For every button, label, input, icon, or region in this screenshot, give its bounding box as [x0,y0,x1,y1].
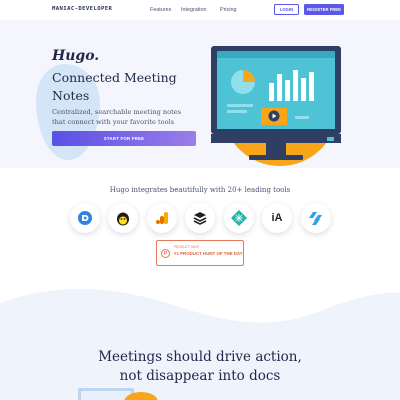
product-hunt-badge[interactable]: P PRODUCT HUNT #1 PRODUCT HUNT OF THE DA… [156,240,244,266]
hero-section: Hugo. Connected Meeting Notes Centralize… [0,20,400,168]
hero-title: Hugo. [52,48,100,64]
mailchimp-icon[interactable] [108,203,138,233]
hubspot-icon[interactable] [301,203,331,233]
register-button[interactable]: REGISTER FREE [304,4,344,15]
hero-description: Centralized, searchable meeting notes th… [52,108,182,126]
start-for-free-button[interactable]: START FOR FREE [52,131,196,146]
badge-category: PRODUCT HUNT [174,245,200,249]
bar-chart-icon [269,83,274,101]
integrations-heading: Hugo integrates beautifully with 20+ lea… [109,186,291,194]
monitor-stand [266,143,286,155]
discord-like-icon[interactable] [70,203,100,233]
nav-link-pricing[interactable]: Pricing [220,7,236,13]
section-heading-line-1: Meetings should drive action, [98,349,302,365]
product-hunt-icon: P [161,249,170,258]
monitor-illustration [211,46,341,166]
brand-logo[interactable]: MANIAC-DEVELOPER [52,6,112,12]
ia-writer-icon[interactable]: iA [262,203,292,233]
nav-link-features[interactable]: Features [150,7,171,13]
section-heading-line-2: not disappear into docs [119,368,281,384]
buffer-icon[interactable] [185,203,215,233]
badge-text: #1 PRODUCT HUNT OF THE DAY [174,251,243,256]
integration-icons-row: iA [70,203,331,237]
netlify-icon[interactable] [224,203,254,233]
login-button[interactable]: LOGIN [274,4,299,15]
nav-link-integration[interactable]: Integration [181,7,206,13]
google-analytics-icon[interactable] [147,203,177,233]
section-heading: Meetings should drive action, not disapp… [0,348,400,386]
top-nav: MANIAC-DEVELOPER Features Integration Pr… [0,0,400,20]
hero-subtitle: Connected Meeting Notes [52,70,177,103]
